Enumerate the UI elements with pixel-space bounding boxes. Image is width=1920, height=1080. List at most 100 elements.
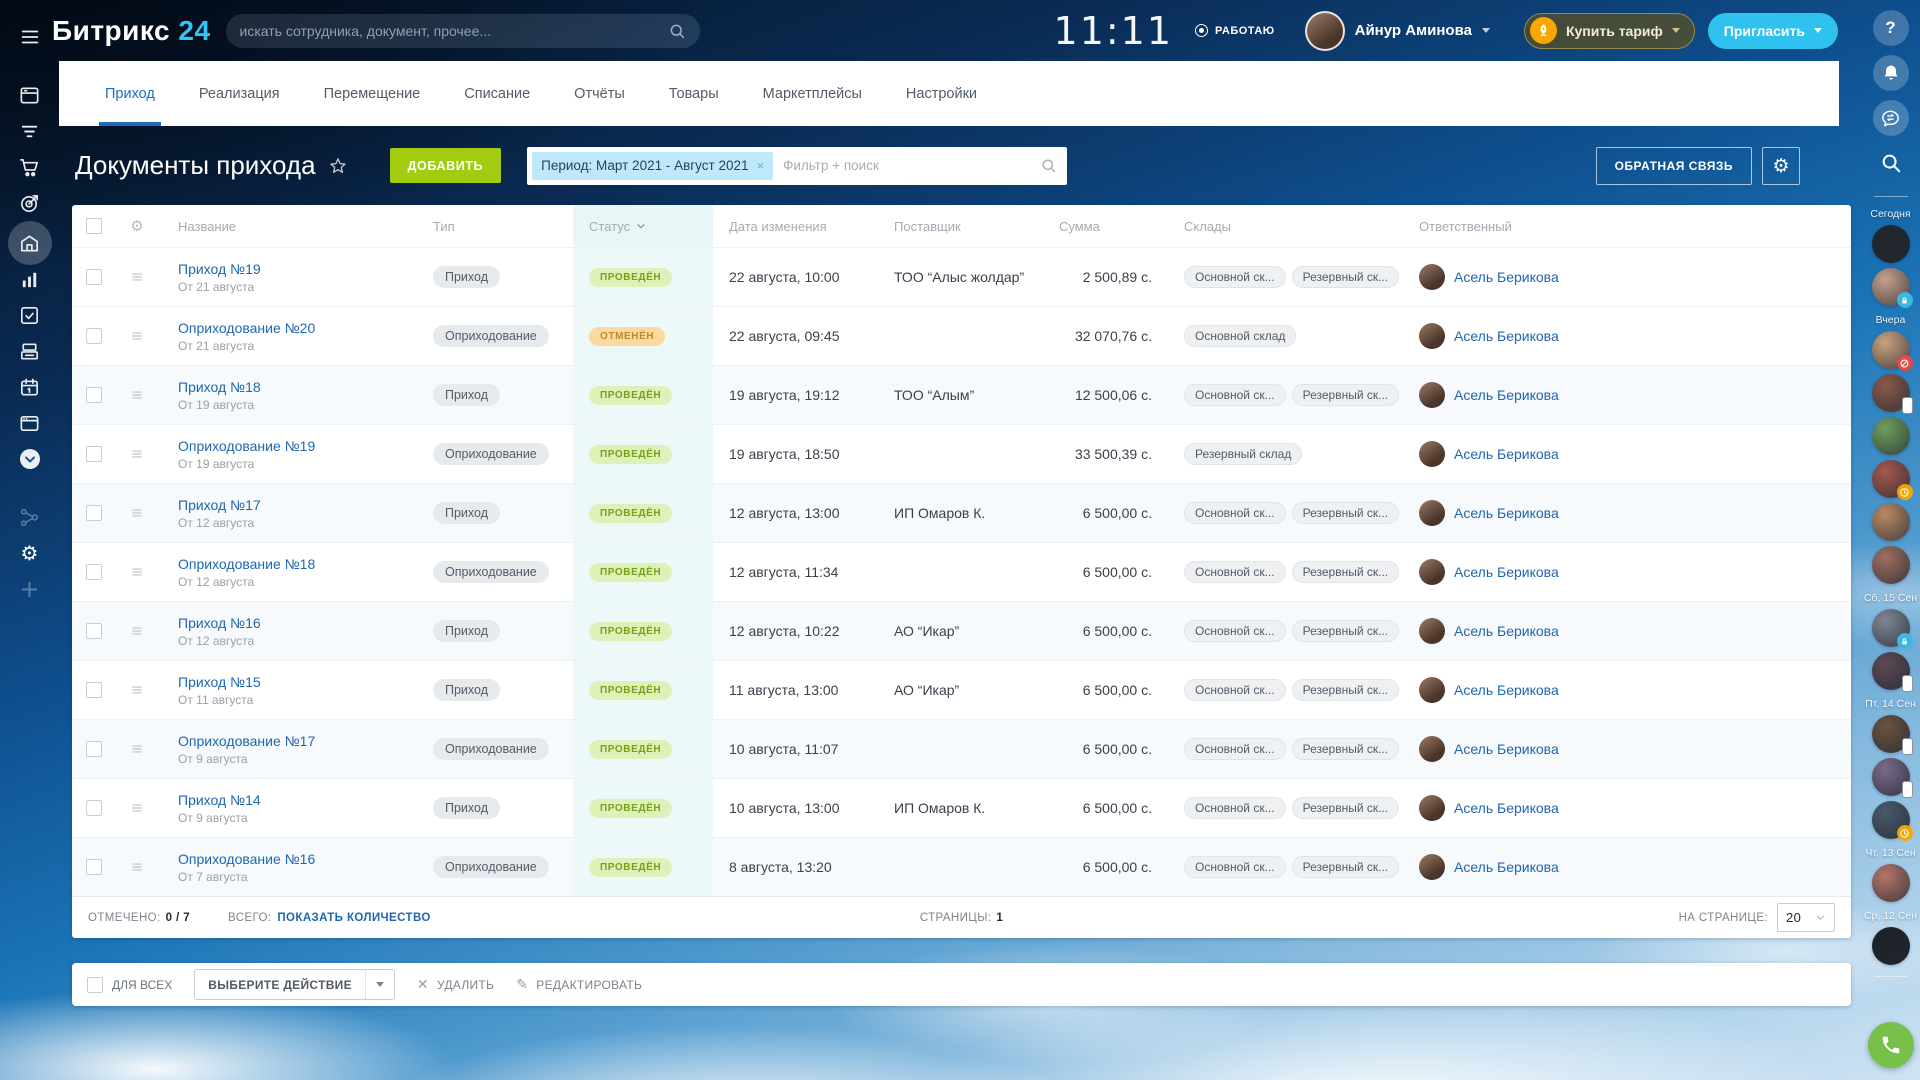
responsible-link[interactable]: Асель Берикова: [1454, 564, 1559, 580]
responsible-link[interactable]: Асель Берикова: [1454, 682, 1559, 698]
tab-маркетплейсы[interactable]: Маркетплейсы: [741, 61, 884, 126]
drag-handle-icon[interactable]: [116, 624, 158, 638]
chip-close-icon[interactable]: ×: [757, 158, 765, 173]
drag-handle-icon[interactable]: [116, 506, 158, 520]
marketing-target-icon[interactable]: [8, 185, 52, 221]
reports-chart-icon[interactable]: [8, 261, 52, 297]
column-header-status[interactable]: Статус: [573, 205, 713, 247]
help-icon[interactable]: ?: [1873, 10, 1909, 46]
row-checkbox[interactable]: [86, 269, 102, 285]
messenger-icon[interactable]: [1873, 100, 1909, 136]
document-link[interactable]: Оприходование №18: [178, 556, 397, 572]
global-search-input[interactable]: [240, 23, 668, 39]
search-icon[interactable]: [1873, 145, 1909, 181]
newsfeed-icon[interactable]: [8, 77, 52, 113]
favorite-star-icon[interactable]: [328, 156, 348, 176]
show-count-link[interactable]: ПОКАЗАТЬ КОЛИЧЕСТВО: [277, 912, 430, 924]
drag-handle-icon[interactable]: [116, 447, 158, 461]
column-header-type[interactable]: Тип: [413, 219, 573, 234]
automation-share-icon[interactable]: [8, 499, 52, 535]
drag-handle-icon[interactable]: [116, 860, 158, 874]
recent-contact-avatar[interactable]: [1872, 801, 1910, 839]
notifications-bell-icon[interactable]: [1873, 55, 1909, 91]
sites-window-icon[interactable]: [8, 405, 52, 441]
edit-button[interactable]: ✎ РЕДАКТИРОВАТЬ: [516, 977, 642, 993]
recent-contact-avatar[interactable]: [1872, 758, 1910, 796]
document-link[interactable]: Оприходование №17: [178, 733, 397, 749]
drag-handle-icon[interactable]: [116, 742, 158, 756]
per-page-select[interactable]: 20: [1777, 903, 1835, 932]
column-header-supplier[interactable]: Поставщик: [878, 219, 1043, 234]
responsible-link[interactable]: Асель Берикова: [1454, 269, 1559, 285]
telephony-phone-button[interactable]: [1868, 1022, 1914, 1068]
recent-contact-avatar[interactable]: [1872, 927, 1910, 965]
document-link[interactable]: Приход №14: [178, 792, 397, 808]
column-header-name[interactable]: Название: [158, 219, 413, 234]
user-menu[interactable]: Айнур Аминова: [1305, 11, 1490, 51]
work-clock[interactable]: 11:11: [1054, 9, 1174, 53]
recent-contact-avatar[interactable]: [1872, 268, 1910, 306]
settings-gear-icon[interactable]: ⚙: [8, 535, 52, 571]
drag-handle-icon[interactable]: [116, 270, 158, 284]
drag-handle-icon[interactable]: [116, 329, 158, 343]
tab-перемещение[interactable]: Перемещение: [302, 61, 443, 126]
row-checkbox[interactable]: [86, 800, 102, 816]
row-checkbox[interactable]: [86, 741, 102, 757]
documents-drawer-icon[interactable]: [8, 333, 52, 369]
feedback-button[interactable]: ОБРАТНАЯ СВЯЗЬ: [1596, 147, 1752, 185]
grid-settings-gear-icon[interactable]: ⚙: [116, 217, 158, 235]
responsible-link[interactable]: Асель Берикова: [1454, 741, 1559, 757]
column-header-warehouses[interactable]: Склады: [1168, 219, 1403, 234]
buy-tariff-button[interactable]: Купить тариф: [1524, 13, 1695, 49]
recent-contact-avatar[interactable]: [1872, 460, 1910, 498]
row-checkbox[interactable]: [86, 859, 102, 875]
invite-button[interactable]: Пригласить: [1708, 13, 1838, 49]
add-plus-icon[interactable]: [8, 571, 52, 607]
column-header-responsible[interactable]: Ответственный: [1403, 219, 1851, 234]
recent-contact-avatar[interactable]: [1872, 715, 1910, 753]
recent-contact-avatar[interactable]: [1872, 546, 1910, 584]
drag-handle-icon[interactable]: [116, 565, 158, 579]
calendar-icon[interactable]: [8, 369, 52, 405]
add-button[interactable]: ДОБАВИТЬ: [390, 148, 502, 183]
recent-contact-avatar[interactable]: [1872, 652, 1910, 690]
column-header-date[interactable]: Дата изменения: [713, 219, 878, 234]
for-all-checkbox-label[interactable]: ДЛЯ ВСЕХ: [87, 977, 172, 993]
filter-period-chip[interactable]: Период: Март 2021 - Август 2021 ×: [532, 152, 773, 180]
column-header-sum[interactable]: Сумма: [1043, 219, 1168, 234]
global-search[interactable]: [226, 14, 700, 48]
document-link[interactable]: Оприходование №20: [178, 320, 397, 336]
for-all-checkbox[interactable]: [87, 977, 103, 993]
row-checkbox[interactable]: [86, 682, 102, 698]
tab-настройки[interactable]: Настройки: [884, 61, 999, 126]
page-settings-gear-icon[interactable]: ⚙: [1762, 147, 1800, 185]
tab-отчёты[interactable]: Отчёты: [552, 61, 647, 126]
tasks-check-icon[interactable]: [8, 297, 52, 333]
drag-handle-icon[interactable]: [116, 683, 158, 697]
warehouse-icon[interactable]: [8, 221, 52, 265]
tab-реализация[interactable]: Реализация: [177, 61, 302, 126]
responsible-link[interactable]: Асель Берикова: [1454, 505, 1559, 521]
crm-cart-icon[interactable]: [8, 149, 52, 185]
responsible-link[interactable]: Асель Берикова: [1454, 387, 1559, 403]
responsible-link[interactable]: Асель Берикова: [1454, 623, 1559, 639]
filter-search-input[interactable]: [783, 158, 1040, 173]
more-chevron-icon[interactable]: [8, 441, 52, 477]
document-link[interactable]: Оприходование №16: [178, 851, 397, 867]
choose-action-dropdown[interactable]: ВЫБЕРИТЕ ДЕЙСТВИЕ: [194, 969, 395, 1000]
document-link[interactable]: Приход №16: [178, 615, 397, 631]
row-checkbox[interactable]: [86, 446, 102, 462]
recent-contact-avatar[interactable]: [1872, 417, 1910, 455]
responsible-link[interactable]: Асель Берикова: [1454, 800, 1559, 816]
row-checkbox[interactable]: [86, 328, 102, 344]
tab-приход[interactable]: Приход: [83, 61, 177, 126]
recent-contact-avatar[interactable]: [1872, 503, 1910, 541]
row-checkbox[interactable]: [86, 387, 102, 403]
select-all-checkbox[interactable]: [86, 218, 102, 234]
delete-button[interactable]: ✕ УДАЛИТЬ: [417, 977, 494, 993]
document-link[interactable]: Приход №19: [178, 261, 397, 277]
recent-contact-avatar[interactable]: [1872, 225, 1910, 263]
responsible-link[interactable]: Асель Берикова: [1454, 446, 1559, 462]
responsible-link[interactable]: Асель Берикова: [1454, 859, 1559, 875]
page-title[interactable]: Документы прихода: [75, 150, 316, 181]
